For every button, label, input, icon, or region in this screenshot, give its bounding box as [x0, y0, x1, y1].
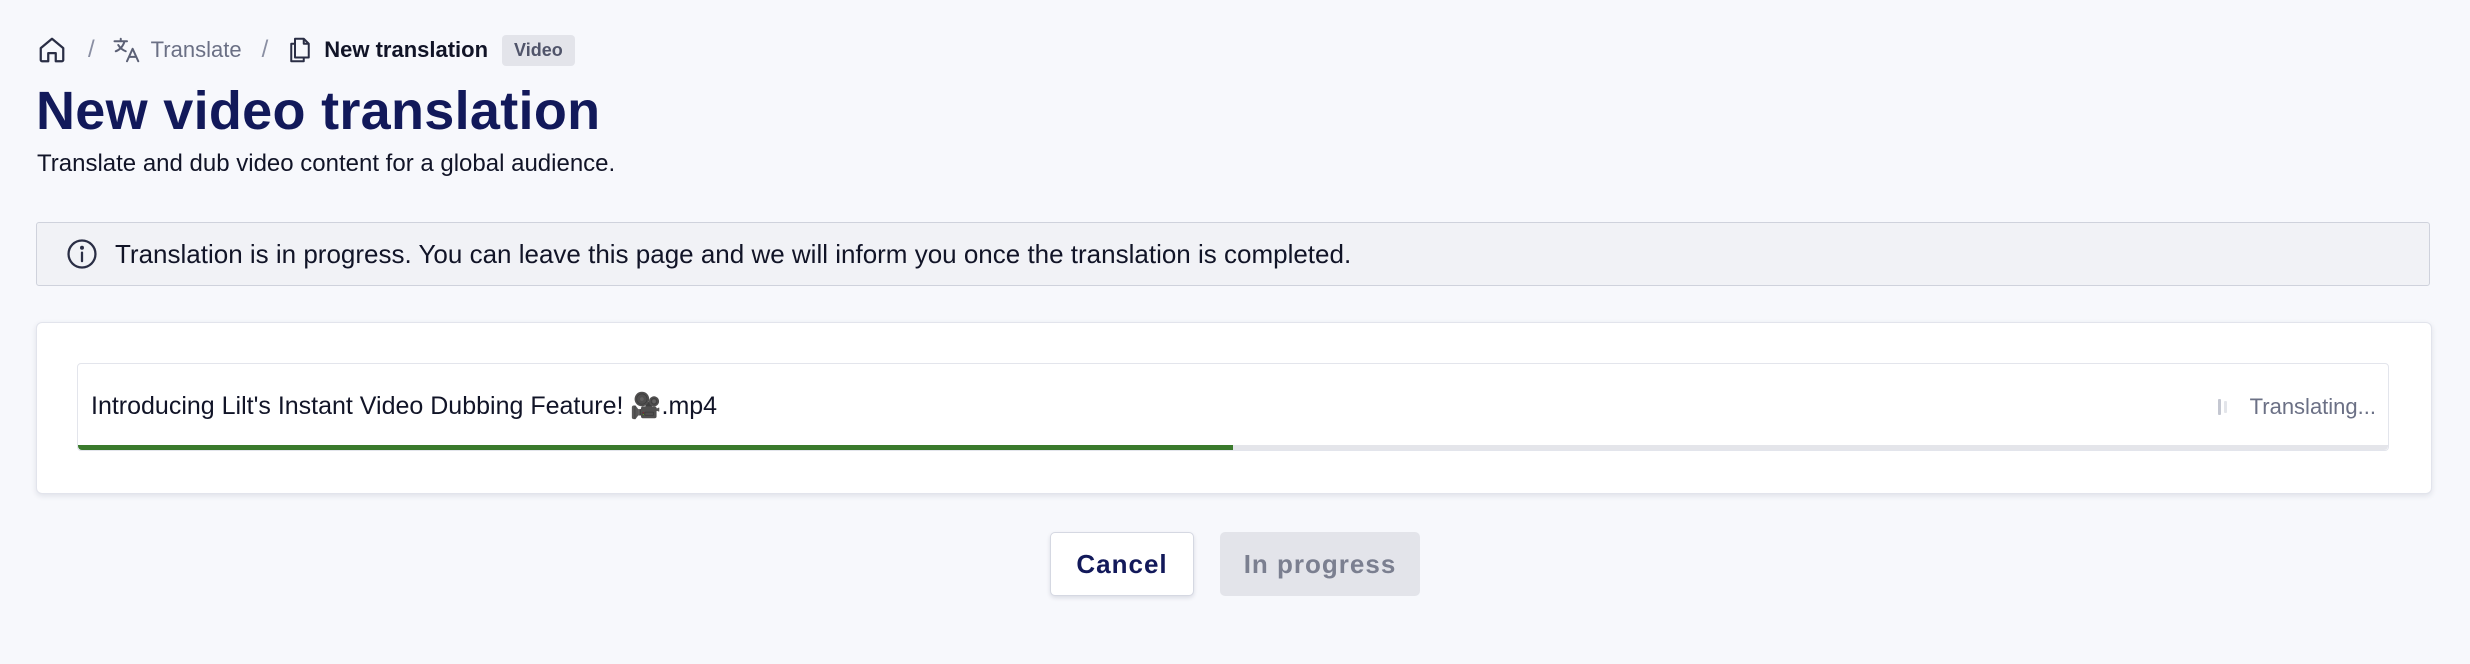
- file-item: Introducing Lilt's Instant Video Dubbing…: [77, 363, 2389, 451]
- home-icon[interactable]: [36, 34, 68, 66]
- action-buttons: Cancel In progress: [1050, 532, 1420, 596]
- document-copy-icon: [284, 34, 316, 66]
- file-name: Introducing Lilt's Instant Video Dubbing…: [91, 392, 718, 420]
- spinner-icon: [2216, 397, 2234, 417]
- progress-bar-fill: [78, 445, 1233, 450]
- info-icon: [65, 237, 99, 271]
- upload-card: Introducing Lilt's Instant Video Dubbing…: [36, 322, 2432, 494]
- page-title: New video translation: [36, 81, 601, 141]
- file-status: Translating...: [2216, 394, 2376, 420]
- translate-icon: [111, 34, 143, 66]
- breadcrumb-separator: /: [88, 36, 95, 63]
- progress-bar: [78, 445, 2388, 450]
- info-banner: Translation is in progress. You can leav…: [36, 222, 2430, 286]
- breadcrumb-translate[interactable]: Translate: [151, 37, 242, 63]
- breadcrumb-separator: /: [261, 36, 269, 63]
- page-subtitle: Translate and dub video content for a gl…: [37, 150, 616, 177]
- cancel-button[interactable]: Cancel: [1050, 532, 1194, 596]
- breadcrumb-current: New translation: [324, 37, 489, 62]
- breadcrumb: / Translate / New translation Video: [36, 32, 575, 68]
- status-text: Translating...: [2249, 394, 2376, 419]
- info-message: Translation is in progress. You can leav…: [115, 238, 1352, 269]
- video-badge: Video: [502, 34, 575, 66]
- in-progress-button: In progress: [1220, 532, 1420, 596]
